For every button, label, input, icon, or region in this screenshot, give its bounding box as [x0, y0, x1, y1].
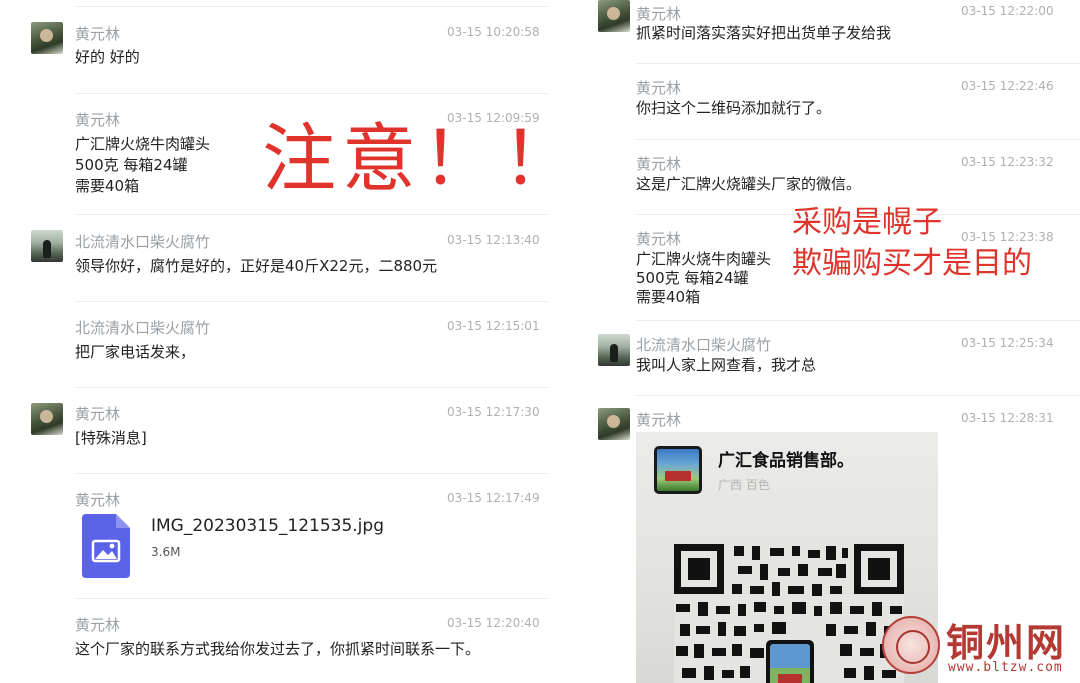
message-text: 抓紧时间落实落实好把出货单子发给我: [636, 24, 892, 42]
message-text-line: 广汇牌火烧牛肉罐头: [636, 250, 772, 268]
divider: [636, 139, 1080, 140]
sender-name[interactable]: 黄元林: [75, 403, 120, 424]
message-time: 03-15 12:23:32: [961, 155, 1054, 169]
file-name: IMG_20230315_121535.jpg: [151, 516, 384, 536]
message-text-line: 500克 每箱24罐: [636, 269, 749, 287]
message-text: 好的 好的: [75, 48, 140, 66]
message-text-line: 广汇牌火烧牛肉罐头: [75, 135, 211, 153]
divider: [636, 395, 1080, 396]
divider: [75, 387, 548, 388]
message-text[interactable]: [特殊消息]: [75, 428, 147, 449]
sender-name[interactable]: 北流清水口柴火腐竹: [75, 317, 210, 338]
message-text-line: 需要40箱: [636, 288, 701, 306]
watermark-seal-icon: [882, 616, 940, 674]
warning-overlay-line: 采购是幌子: [792, 205, 942, 240]
message-time: 03-15 12:20:40: [447, 616, 540, 630]
sender-name[interactable]: 北流清水口柴火腐竹: [636, 334, 771, 355]
message-text: 我叫人家上网查看，我才总: [636, 356, 817, 374]
message-time: 03-15 12:17:49: [447, 491, 540, 505]
message-text-line: 需要40箱: [75, 177, 140, 195]
soldier-avatar[interactable]: [598, 0, 630, 32]
divider: [75, 598, 548, 599]
message-text: 你扫这个二维码添加就行了。: [636, 99, 832, 117]
message-text-line: 500克 每箱24罐: [75, 156, 188, 174]
divider: [75, 93, 548, 94]
message-time: 03-15 12:28:31: [961, 411, 1054, 425]
road-avatar[interactable]: [598, 334, 630, 366]
qr-code-icon: [674, 544, 904, 683]
sender-name[interactable]: 黄元林: [636, 3, 681, 24]
shop-logo-icon: [654, 446, 702, 494]
message-text: 这个厂家的联系方式我给你发过去了，你抓紧时间联系一下。: [75, 640, 481, 658]
sender-name[interactable]: 黄元林: [75, 614, 120, 635]
file-size: 3.6M: [151, 545, 181, 559]
message-text: 把厂家电话发来，: [75, 343, 196, 361]
warning-overlay-line: 欺骗购买才是目的: [792, 246, 1032, 281]
watermark-text: 铜州网: [946, 620, 1067, 665]
message-time: 03-15 12:23:38: [961, 230, 1054, 244]
message-time: 03-15 12:22:00: [961, 4, 1054, 18]
image-file-icon: [82, 514, 130, 578]
sender-name[interactable]: 黄元林: [75, 23, 120, 44]
divider: [75, 473, 548, 474]
message-time: 03-15 12:22:46: [961, 79, 1054, 93]
sender-name[interactable]: 黄元林: [636, 153, 681, 174]
message-time: 03-15 12:25:34: [961, 336, 1054, 350]
sender-name[interactable]: 北流清水口柴火腐竹: [75, 231, 210, 252]
divider: [75, 6, 548, 7]
sender-name[interactable]: 黄元林: [75, 109, 120, 130]
watermark-url: www.bltzw.com: [948, 660, 1063, 675]
divider: [636, 320, 1080, 321]
road-avatar[interactable]: [31, 230, 63, 262]
divider: [75, 301, 548, 302]
soldier-avatar[interactable]: [31, 22, 63, 54]
chat-column-right: 黄元林 03-15 12:22:00 抓紧时间落实落实好把出货单子发给我 黄元林…: [585, 0, 1080, 683]
sender-name[interactable]: 黄元林: [636, 409, 681, 430]
qr-contact-region: 广西 百色: [718, 478, 770, 492]
message-text: 领导你好，腐竹是好的，正好是40斤X22元，二880元: [75, 257, 438, 275]
divider: [75, 214, 548, 215]
sender-name[interactable]: 黄元林: [636, 77, 681, 98]
message-time: 03-15 10:20:58: [447, 25, 540, 39]
site-watermark: 铜州网 www.bltzw.com: [880, 612, 1076, 680]
warning-overlay: 注意！！: [262, 116, 548, 202]
message-time: 03-15 12:15:01: [447, 319, 540, 333]
soldier-avatar[interactable]: [598, 408, 630, 440]
message-time: 03-15 12:13:40: [447, 233, 540, 247]
soldier-avatar[interactable]: [31, 403, 63, 435]
message-time: 03-15 12:17:30: [447, 405, 540, 419]
sender-name[interactable]: 黄元林: [636, 228, 681, 249]
sender-name[interactable]: 黄元林: [75, 489, 120, 510]
qr-contact-name: 广汇食品销售部。: [718, 451, 854, 471]
chat-column-left: 黄元林 03-15 10:20:58 好的 好的 黄元林 03-15 12:09…: [0, 0, 548, 683]
message-text: 这是广汇牌火烧罐头厂家的微信。: [636, 175, 862, 193]
divider: [636, 63, 1080, 64]
